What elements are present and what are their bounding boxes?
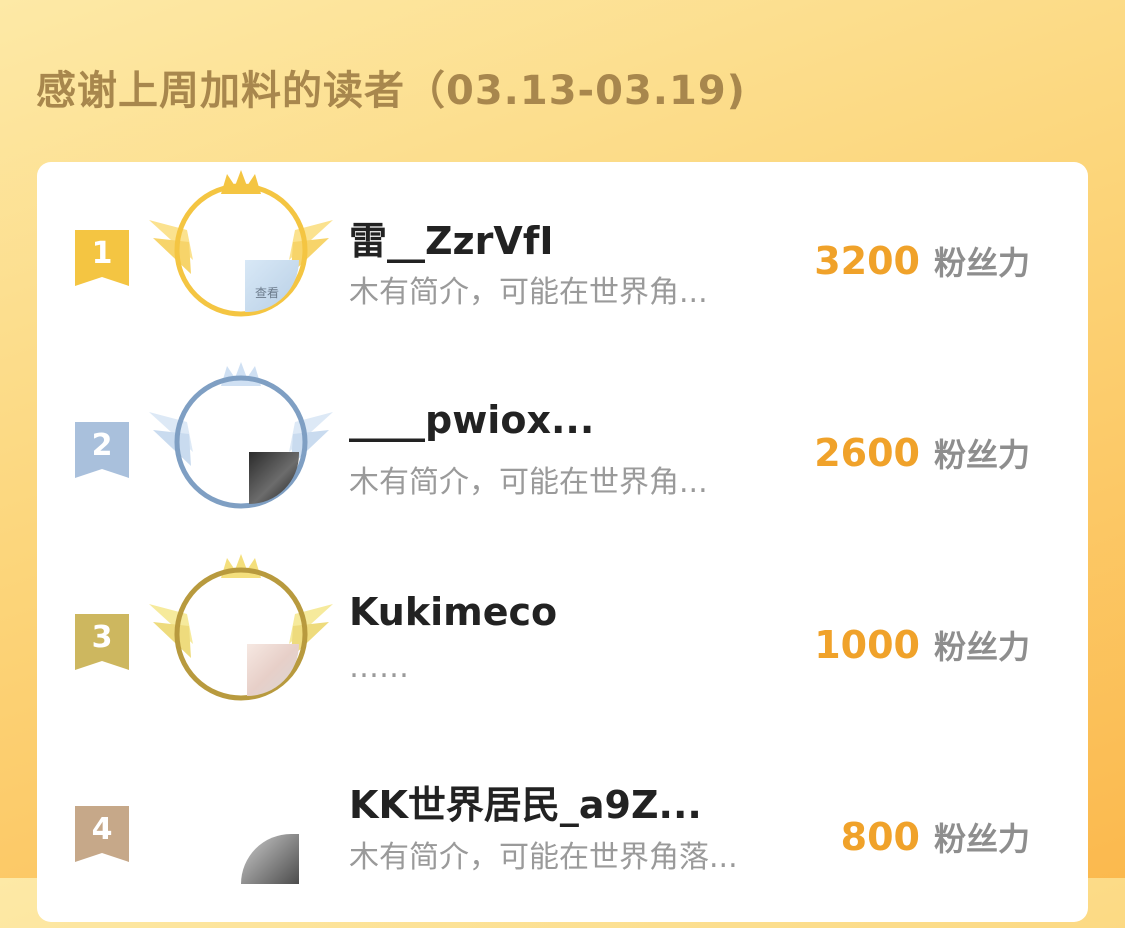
fan-power: 2600 粉丝力 xyxy=(814,430,1030,476)
rank-badge: 2 xyxy=(75,422,129,478)
fan-power-unit: 粉丝力 xyxy=(933,436,1030,474)
list-item[interactable]: 2 ____pwiox... 木有简介，可能在世界角... 2600 粉丝力 xyxy=(37,354,1088,544)
rank-number: 1 xyxy=(91,236,113,271)
fan-power-value: 1000 xyxy=(814,623,920,667)
reader-bio: 木有简介，可能在世界角落... xyxy=(349,840,738,875)
silver-crown-frame-icon xyxy=(149,362,333,509)
avatar[interactable]: 查看 xyxy=(149,168,333,328)
fan-power-unit: 粉丝力 xyxy=(933,244,1030,282)
gold-crown-frame-icon xyxy=(149,170,333,317)
rank-number: 2 xyxy=(91,428,113,463)
fan-power-unit: 粉丝力 xyxy=(933,820,1030,858)
fan-power-value: 800 xyxy=(840,815,920,859)
rank-number: 4 xyxy=(91,812,113,847)
rank-badge: 4 xyxy=(75,806,129,862)
rank-badge: 3 xyxy=(75,614,129,670)
fan-power-value: 2600 xyxy=(814,431,920,475)
fan-power: 3200 粉丝力 xyxy=(814,238,1030,284)
reader-bio: 木有简介，可能在世界角... xyxy=(349,465,708,500)
avatar[interactable] xyxy=(149,360,333,520)
list-item[interactable]: 4 KK世界居民_a9Z... 木有简介，可能在世界角落... 800 粉丝力 xyxy=(37,738,1088,928)
reader-bio: …… xyxy=(349,650,409,685)
list-item[interactable]: 1 查看 雷__ZzrVfI 木有简介，可能在世界角... 3200 粉丝力 xyxy=(37,162,1088,352)
reader-bio: 木有简介，可能在世界角... xyxy=(349,275,708,310)
page-title: 感谢上周加料的读者（03.13-03.19) xyxy=(36,68,746,114)
rank-badge: 1 xyxy=(75,230,129,286)
fan-power: 1000 粉丝力 xyxy=(814,622,1030,668)
avatar-photo xyxy=(241,834,299,884)
fan-power: 800 粉丝力 xyxy=(841,814,1030,860)
fan-power-unit: 粉丝力 xyxy=(933,628,1030,666)
reader-name: KK世界居民_a9Z... xyxy=(349,783,702,827)
reader-name: Kukimeco xyxy=(349,590,558,634)
avatar[interactable] xyxy=(149,744,333,904)
fan-power-value: 3200 xyxy=(814,239,920,283)
avatar[interactable] xyxy=(149,552,333,712)
avatar-label: 查看 xyxy=(255,286,280,300)
rank-number: 3 xyxy=(91,620,113,655)
reader-name: ____pwiox... xyxy=(349,398,595,442)
bronze-crown-frame-icon xyxy=(149,554,333,701)
reader-name: 雷__ZzrVfI xyxy=(349,219,554,263)
leaderboard-card: 1 查看 雷__ZzrVfI 木有简介，可能在世界角... 3200 粉丝力 2… xyxy=(37,162,1088,922)
list-item[interactable]: 3 Kukimeco …… 1000 粉丝力 xyxy=(37,546,1088,736)
